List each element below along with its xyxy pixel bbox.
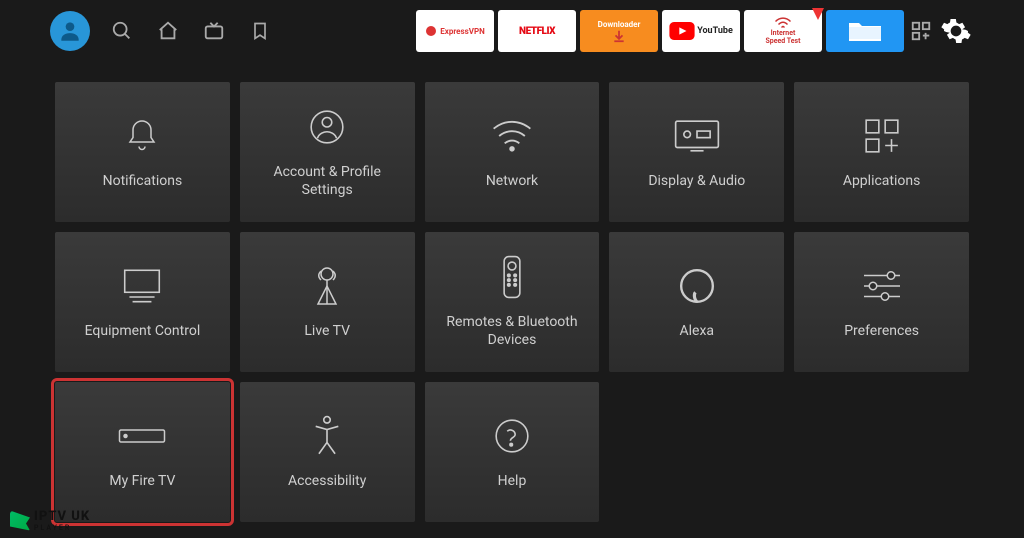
tile-notifications[interactable]: Notifications [55,82,230,222]
home-icon [157,20,179,42]
tile-preferences[interactable]: Preferences [794,232,969,372]
wifi-icon [774,17,792,29]
tile-label: Notifications [103,172,183,190]
tile-label: Account & Profile Settings [248,163,407,199]
tile-account[interactable]: Account & Profile Settings [240,82,415,222]
tile-equipment[interactable]: Equipment Control [55,232,230,372]
watermark-main: IPTV UK [34,509,90,524]
accessibility-icon [310,414,344,458]
new-badge-icon [812,8,824,20]
tile-label: Applications [843,172,921,190]
youtube-icon [669,22,695,40]
equipment-icon [120,264,164,308]
tile-display[interactable]: Display & Audio [609,82,784,222]
search-button[interactable] [110,19,134,43]
bookmark-icon [250,20,270,42]
tile-label: Alexa [680,322,715,340]
antenna-icon [309,264,345,308]
alexa-icon [678,264,716,308]
tile-livetv[interactable]: Live TV [240,232,415,372]
bell-icon [124,114,160,158]
tile-label: Accessibility [288,472,366,490]
gear-icon [940,15,972,47]
apps-grid-icon [910,20,932,42]
watermark-logo-icon [10,511,30,531]
tile-myfiretv[interactable]: My Fire TV [55,382,230,522]
watermark-sub: PLAYER [34,524,90,532]
tile-help[interactable]: Help [425,382,600,522]
folder-icon [845,17,885,45]
tile-label: Help [498,472,527,490]
tile-label: My Fire TV [109,472,175,490]
app-downloader[interactable]: Downloader [580,10,658,52]
tile-label: Remotes & Bluetooth Devices [433,313,592,349]
live-button[interactable] [202,19,226,43]
account-icon [308,105,346,149]
tile-network[interactable]: Network [425,82,600,222]
app-row: ExpressVPN NETFLIX Downloader YouTube In… [416,10,974,52]
expressvpn-icon [425,25,437,37]
tile-applications[interactable]: Applications [794,82,969,222]
tile-label: Live TV [304,322,350,340]
display-icon [674,114,720,158]
search-icon [111,20,133,42]
settings-button[interactable] [938,13,974,49]
profile-button[interactable] [50,11,90,51]
tile-label: Preferences [844,322,919,340]
app-label: Downloader [598,20,641,29]
app-label: NETFLIX [519,26,555,37]
app-label-1: Internet [771,29,796,37]
nav-icons [110,19,272,43]
help-icon [493,414,531,458]
app-expressvpn[interactable]: ExpressVPN [416,10,494,52]
app-youtube[interactable]: YouTube [662,10,740,52]
apps-grid-button[interactable] [908,18,934,44]
download-arrow-icon [611,29,627,43]
applications-icon [863,114,901,158]
remote-icon [502,255,522,299]
tile-label: Network [486,172,538,190]
app-label-2: Speed Test [765,37,800,45]
tile-accessibility[interactable]: Accessibility [240,382,415,522]
bookmark-button[interactable] [248,19,272,43]
settings-grid: Notifications Account & Profile Settings… [0,62,1024,522]
wifi-icon [490,114,534,158]
tile-remotes[interactable]: Remotes & Bluetooth Devices [425,232,600,372]
app-label: YouTube [697,26,733,36]
tv-icon [203,20,225,42]
tile-label: Equipment Control [85,322,201,340]
sliders-icon [861,264,903,308]
tile-label: Display & Audio [648,172,745,190]
app-speedtest[interactable]: Internet Speed Test [744,10,822,52]
profile-icon [57,18,83,44]
device-icon [118,414,166,458]
app-esfileexplorer[interactable] [826,10,904,52]
home-button[interactable] [156,19,180,43]
tile-alexa[interactable]: Alexa [609,232,784,372]
watermark: IPTV UK PLAYER [10,509,90,532]
top-bar: ExpressVPN NETFLIX Downloader YouTube In… [0,0,1024,62]
app-netflix[interactable]: NETFLIX [498,10,576,52]
app-label: ExpressVPN [440,27,485,36]
